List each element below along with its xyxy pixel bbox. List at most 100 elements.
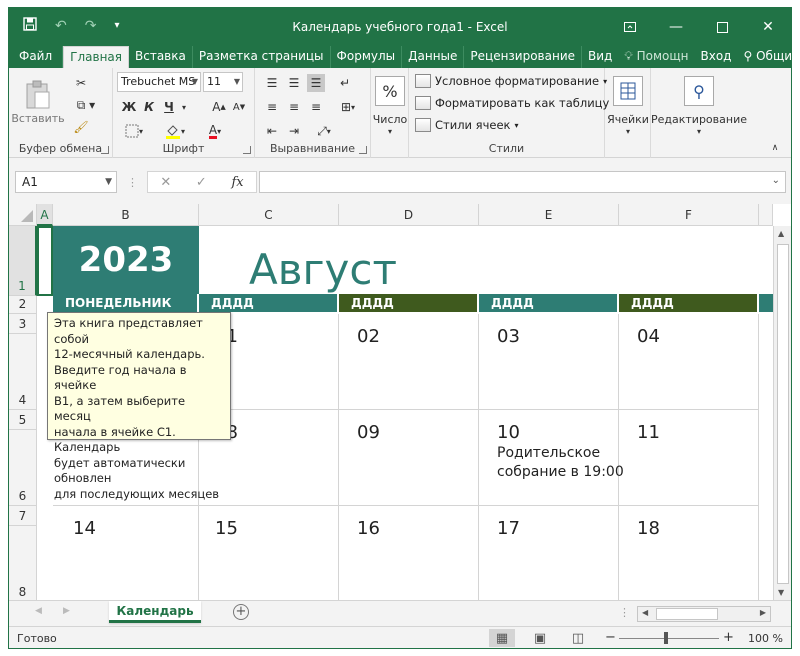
chevron-down-icon[interactable]: ▾ xyxy=(651,126,747,136)
tab-view[interactable]: Вид xyxy=(582,46,618,68)
enter-icon[interactable]: ✓ xyxy=(196,175,207,190)
tab-data[interactable]: Данные xyxy=(402,46,465,68)
ribbon-display-icon[interactable] xyxy=(607,8,653,46)
cancel-icon[interactable]: ✕ xyxy=(160,175,171,190)
selected-cell-a1[interactable] xyxy=(37,226,53,296)
row-header-1[interactable]: 1 xyxy=(9,226,37,296)
conditional-formatting-button[interactable]: Условное форматирование ▾ xyxy=(415,74,607,88)
row-header-4[interactable]: 4 xyxy=(9,334,37,410)
zoom-level[interactable]: 100 % xyxy=(748,632,783,645)
align-middle-icon[interactable]: ☰ xyxy=(285,74,303,92)
chevron-down-icon[interactable]: ⌄ xyxy=(772,175,780,186)
zoom-out-icon[interactable]: − xyxy=(605,630,616,645)
align-center-icon[interactable]: ≡ xyxy=(285,98,303,116)
row-header-8[interactable]: 8 xyxy=(9,526,37,600)
chevron-down-icon[interactable]: ▾ xyxy=(371,126,409,136)
chevron-down-icon[interactable]: ▾ xyxy=(179,98,189,116)
underline-button[interactable]: Ч xyxy=(161,98,177,116)
column-header-f[interactable]: F xyxy=(619,204,759,226)
fill-color-icon[interactable]: ▾ xyxy=(161,122,189,140)
decrease-font-icon[interactable]: A ▼ xyxy=(231,98,247,116)
month-title[interactable]: Август xyxy=(249,226,397,294)
cells-button[interactable]: Ячейки xyxy=(605,112,651,126)
worksheet-grid[interactable]: A B C D E F 1 2 3 4 5 6 7 8 2023 Август xyxy=(9,204,791,600)
close-button[interactable]: ✕ xyxy=(745,8,791,46)
chevron-down-icon[interactable]: ▾ xyxy=(605,126,651,136)
increase-font-icon[interactable]: A ▲ xyxy=(211,98,227,116)
column-header-a[interactable]: A xyxy=(37,204,53,226)
horizontal-scrollbar[interactable]: ◀ ▶ xyxy=(637,606,771,622)
italic-button[interactable]: К xyxy=(141,98,157,116)
row-header-6[interactable]: 6 xyxy=(9,430,37,506)
tab-home[interactable]: Главная xyxy=(63,46,129,68)
decrease-indent-icon[interactable]: ⇤ xyxy=(263,122,281,140)
row-header-2[interactable]: 2 xyxy=(9,296,37,314)
tab-split-grip-icon[interactable]: ⋮ xyxy=(619,606,630,619)
merge-center-icon[interactable]: ⊞ ▾ xyxy=(333,98,363,116)
align-right-icon[interactable]: ≡ xyxy=(307,98,325,116)
column-header-g[interactable] xyxy=(759,204,773,226)
page-break-view-icon[interactable]: ◫ xyxy=(565,629,591,647)
number-format-button[interactable]: Число xyxy=(371,112,409,126)
sign-in-link[interactable]: Вход xyxy=(695,46,738,68)
align-top-icon[interactable]: ☰ xyxy=(263,74,281,92)
sheet-tab-calendar[interactable]: Календарь xyxy=(109,601,201,623)
borders-icon[interactable]: ▾ xyxy=(121,122,147,140)
insert-function-button[interactable]: fx xyxy=(231,175,243,190)
alignment-launcher-icon[interactable] xyxy=(359,146,367,154)
page-layout-view-icon[interactable]: ▣ xyxy=(527,629,553,647)
next-sheet-icon[interactable]: ▶ xyxy=(63,606,70,616)
editing-button[interactable]: Редактирование xyxy=(651,112,747,126)
formula-input[interactable]: ⌄ xyxy=(259,171,786,193)
scroll-up-icon[interactable]: ▲ xyxy=(778,229,784,238)
scroll-down-icon[interactable]: ▼ xyxy=(778,588,784,597)
zoom-slider-thumb[interactable] xyxy=(664,632,668,644)
scroll-right-icon[interactable]: ▶ xyxy=(760,608,766,617)
scroll-left-icon[interactable]: ◀ xyxy=(642,608,648,617)
orientation-icon[interactable]: ⤢ ▾ xyxy=(311,122,337,140)
wrap-text-icon[interactable]: ↵ xyxy=(333,74,357,92)
column-header-d[interactable]: D xyxy=(339,204,479,226)
tab-formulas[interactable]: Формулы xyxy=(331,46,403,68)
tab-insert[interactable]: Вставка xyxy=(129,46,193,68)
search-icon[interactable]: ⚲ xyxy=(684,76,714,106)
paste-button[interactable]: Вставить xyxy=(11,74,65,130)
zoom-in-icon[interactable]: + xyxy=(723,630,734,645)
zoom-slider[interactable] xyxy=(619,638,719,639)
clipboard-launcher-icon[interactable] xyxy=(101,146,109,154)
font-name-combo[interactable]: Trebuchet MS ▼ xyxy=(117,72,201,92)
add-sheet-icon[interactable]: + xyxy=(233,604,249,620)
tab-review[interactable]: Рецензирование xyxy=(464,46,583,68)
row-header-3[interactable]: 3 xyxy=(9,314,37,334)
format-as-table-button[interactable]: Форматировать как таблицу▾ xyxy=(415,96,617,110)
tab-file[interactable]: Файл xyxy=(9,46,64,68)
column-header-e[interactable]: E xyxy=(479,204,619,226)
increase-indent-icon[interactable]: ⇥ xyxy=(285,122,303,140)
font-color-icon[interactable]: A ▾ xyxy=(201,122,229,140)
font-size-combo[interactable]: 11 ▼ xyxy=(203,72,243,92)
tab-page-layout[interactable]: Разметка страницы xyxy=(193,46,331,68)
percent-icon[interactable]: % xyxy=(375,76,405,106)
horizontal-scroll-thumb[interactable] xyxy=(656,608,718,620)
column-header-c[interactable]: C xyxy=(199,204,339,226)
tab-help[interactable]: 💡︎ Помощн xyxy=(618,46,694,68)
row-header-7[interactable]: 7 xyxy=(9,506,37,526)
maximize-button[interactable] xyxy=(699,8,745,46)
name-box[interactable]: A1 ▼ xyxy=(15,171,117,193)
bold-button[interactable]: Ж xyxy=(121,98,137,116)
format-painter-icon[interactable]: 🖌︎ xyxy=(71,118,91,136)
column-header-b[interactable]: B xyxy=(53,204,199,226)
align-bottom-icon[interactable]: ☰ xyxy=(307,74,325,92)
row-header-5[interactable]: 5 xyxy=(9,410,37,430)
align-left-icon[interactable]: ≡ xyxy=(263,98,281,116)
select-all-button[interactable] xyxy=(9,204,37,226)
cell-styles-button[interactable]: Стили ячеек ▾ xyxy=(415,118,519,132)
cells-icon[interactable] xyxy=(613,76,643,106)
share-button[interactable]: ⚲ Общий доступ xyxy=(737,46,791,68)
vertical-scroll-thumb[interactable] xyxy=(777,244,789,584)
cut-icon[interactable]: ✂ xyxy=(71,74,91,92)
font-launcher-icon[interactable] xyxy=(243,146,251,154)
vertical-scrollbar[interactable]: ▲ ▼ xyxy=(773,226,791,600)
normal-view-icon[interactable]: ▦ xyxy=(489,629,515,647)
minimize-button[interactable]: — xyxy=(653,8,699,46)
